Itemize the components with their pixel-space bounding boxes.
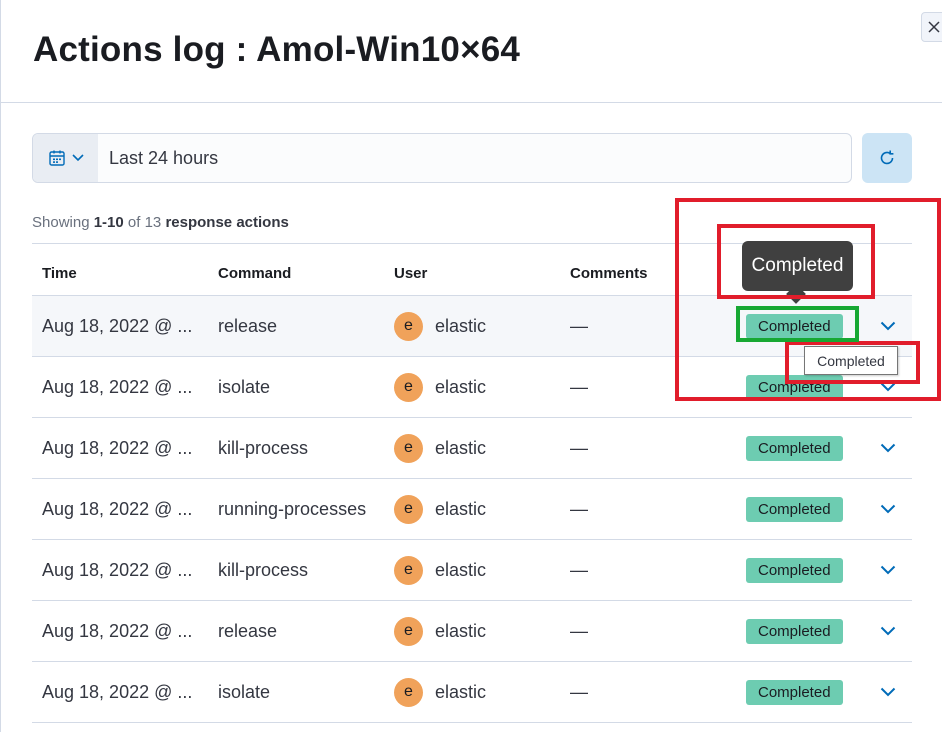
cell-time: Aug 18, 2022 @ ... [42, 498, 193, 519]
cell-comments: — [570, 559, 588, 580]
cell-status: Completed [746, 418, 843, 478]
cell-user: e elastic [394, 479, 486, 539]
cell-user: e elastic [394, 357, 486, 417]
page-title: Actions log : Amol-Win10×64 [33, 30, 521, 69]
cell-time: Aug 18, 2022 @ ... [42, 559, 193, 580]
user-name: elastic [435, 620, 487, 641]
chevron-down-icon [880, 504, 896, 514]
cell-comments: — [570, 620, 588, 641]
flyout-header: Actions log : Amol-Win10×64 [1, 0, 942, 103]
results-count: Showing 1-10 of 13 response actions [32, 214, 289, 231]
cell-command: isolate [218, 376, 271, 397]
annotation-green-box-badge [736, 306, 859, 342]
expand-row-button[interactable] [876, 418, 900, 478]
cell-command: running-processes [218, 498, 367, 519]
close-button[interactable] [921, 12, 942, 42]
cell-status: Completed [746, 601, 843, 661]
cell-status: Completed [746, 479, 843, 539]
user-name: elastic [435, 559, 487, 580]
cell-comments: — [570, 437, 588, 458]
column-header-comments[interactable]: Comments [570, 265, 648, 282]
cell-time: Aug 18, 2022 @ ... [42, 376, 193, 397]
avatar: e [394, 555, 423, 585]
count-range: 1-10 [93, 214, 124, 231]
cell-comments: — [570, 376, 588, 397]
count-total: of 13 [123, 214, 166, 231]
expand-row-button[interactable] [876, 662, 900, 722]
column-header-command[interactable]: Command [218, 265, 291, 282]
expand-row-button[interactable] [876, 540, 900, 600]
cell-command: release [218, 315, 278, 336]
table-row: Aug 18, 2022 @ ... release e elastic — Comple… [32, 601, 912, 662]
avatar: e [394, 616, 423, 646]
expand-row-button[interactable] [876, 479, 900, 539]
cell-command: release [218, 620, 278, 641]
cell-comments: — [570, 681, 588, 702]
cell-command: kill-process [218, 559, 309, 580]
refresh-icon [880, 150, 894, 165]
status-badge[interactable]: Completed [746, 496, 843, 522]
cell-user: e elastic [394, 418, 486, 478]
cell-status: Completed [746, 662, 843, 722]
cell-command: isolate [218, 681, 271, 702]
count-suffix: response actions [165, 214, 289, 231]
cell-time: Aug 18, 2022 @ ... [42, 620, 193, 641]
avatar: e [394, 311, 423, 341]
date-range-display[interactable]: Last 24 hours [98, 134, 851, 182]
column-header-user[interactable]: User [394, 265, 427, 282]
count-prefix: Showing [32, 214, 94, 231]
chevron-down-icon [71, 154, 84, 162]
status-badge[interactable]: Completed [746, 557, 843, 583]
calendar-icon [48, 150, 65, 166]
cell-user: e elastic [394, 662, 486, 722]
status-badge[interactable]: Completed [746, 618, 843, 644]
avatar: e [394, 677, 423, 707]
column-header-time[interactable]: Time [42, 265, 77, 282]
avatar: e [394, 372, 423, 402]
close-icon [928, 21, 940, 33]
status-badge[interactable]: Completed [746, 679, 843, 705]
avatar: e [394, 433, 423, 463]
cell-comments: — [570, 498, 588, 519]
cell-comments: — [570, 315, 588, 336]
avatar: e [394, 494, 423, 524]
table-row: Aug 18, 2022 @ ... kill-process e elastic — C… [32, 540, 912, 601]
quick-select-button[interactable] [33, 134, 98, 182]
user-name: elastic [435, 498, 487, 519]
chevron-down-icon [880, 443, 896, 453]
user-name: elastic [435, 315, 487, 336]
cell-user: e elastic [394, 296, 486, 356]
expand-row-button[interactable] [876, 601, 900, 661]
chevron-down-icon [880, 687, 896, 697]
cell-user: e elastic [394, 601, 486, 661]
cell-status: Completed [746, 540, 843, 600]
cell-time: Aug 18, 2022 @ ... [42, 437, 193, 458]
refresh-button[interactable] [862, 133, 912, 183]
cell-user: e elastic [394, 540, 486, 600]
user-name: elastic [435, 681, 487, 702]
table-row: Aug 18, 2022 @ ... running-processes e elas… [32, 479, 912, 540]
user-name: elastic [435, 437, 487, 458]
annotation-red-box-tooltip [717, 224, 875, 299]
actions-log-flyout: Actions log : Amol-Win10×64 Last 24 hour… [0, 0, 942, 732]
table-row: Aug 18, 2022 @ ... isolate e elastic — Comple… [32, 662, 912, 723]
status-badge[interactable]: Completed [746, 435, 843, 461]
date-picker: Last 24 hours [32, 133, 852, 183]
table-row: Aug 18, 2022 @ ... kill-process e elastic — C… [32, 418, 912, 479]
user-name: elastic [435, 376, 487, 397]
cell-time: Aug 18, 2022 @ ... [42, 681, 193, 702]
cell-time: Aug 18, 2022 @ ... [42, 315, 193, 336]
cell-command: kill-process [218, 437, 309, 458]
chevron-down-icon [880, 565, 896, 575]
chevron-down-icon [880, 626, 896, 636]
annotation-red-box-native-tooltip [785, 341, 920, 384]
